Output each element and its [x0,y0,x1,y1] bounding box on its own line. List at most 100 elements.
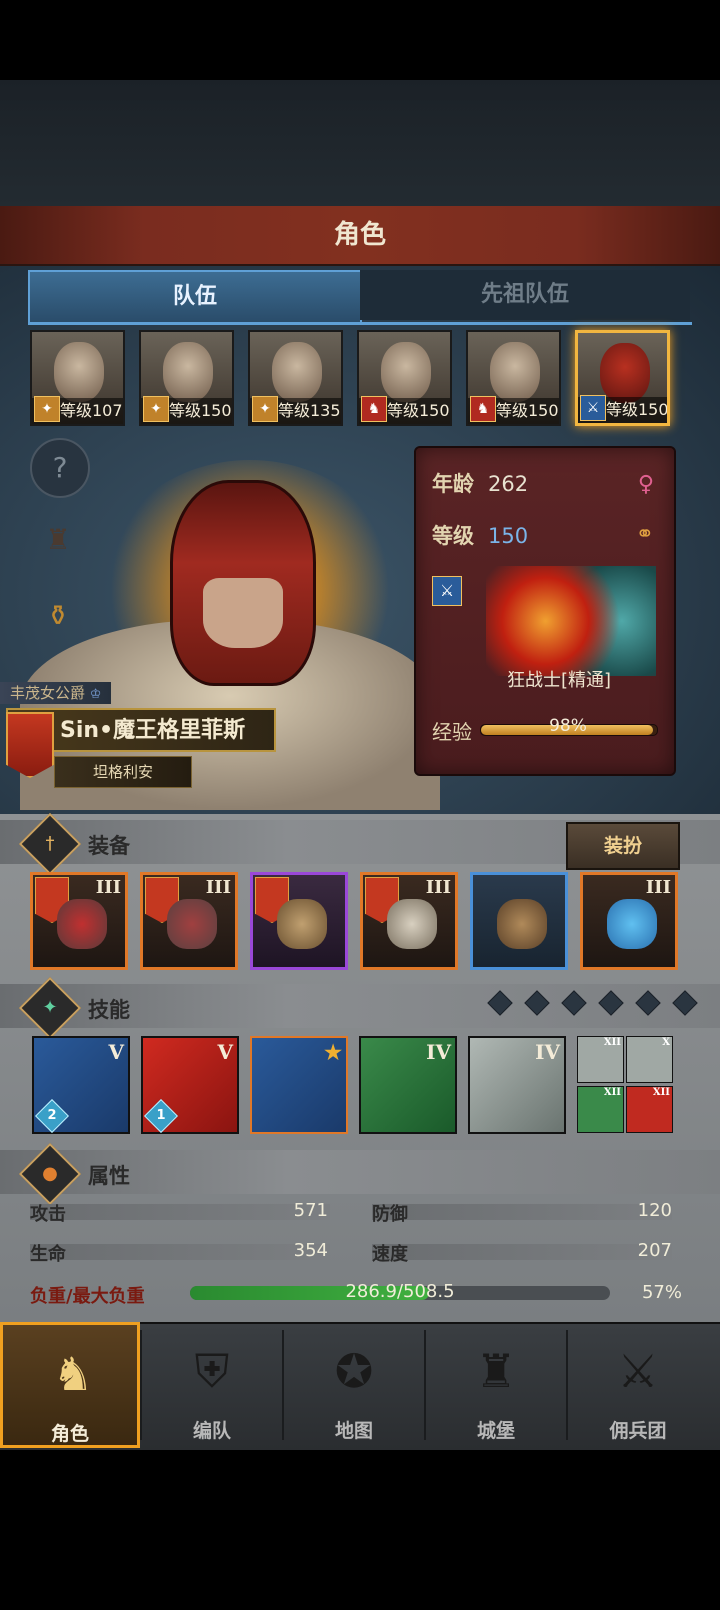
speed-label: 速度 [372,1244,408,1265]
tier-label: V [108,1040,124,1064]
equipment-slot[interactable]: III [140,872,238,970]
tier-label: III [95,877,121,898]
skill-slot[interactable]: V 2 [32,1036,130,1134]
tier-label: X [662,1037,670,1048]
compass-icon: ✪ [334,1344,374,1398]
nav-character[interactable]: ♞ 角色 [0,1322,140,1448]
member-level: 等级107 [60,401,123,420]
staff-icon: ✦ [143,396,169,422]
tier-label: IV [426,1040,451,1064]
amulet-icon [607,899,657,949]
member-level: 等级150 [496,401,559,420]
defense-value: 120 [637,1200,672,1221]
staff-icon: ✦ [252,396,278,422]
tab-ancestor-team[interactable]: 先祖队伍 [360,270,690,320]
member-level: 等级150 [387,401,450,420]
level-value: 150 [488,524,529,548]
equipment-title: 装备 [88,834,130,858]
equipment-slot[interactable]: III [360,872,458,970]
tier-label: III [205,877,231,898]
ring-icon[interactable]: ⚭ [636,522,654,547]
house-banner-icon [6,712,54,778]
page-title: 角色 [0,206,720,266]
crown-icon: ♔ [89,687,102,702]
diamond-icon [635,990,661,1016]
exp-label: 经验 [432,720,472,744]
hp-value: 354 [293,1240,328,1261]
tier-label: XII [652,1087,670,1098]
dress-up-button[interactable]: 装扮 [566,822,680,870]
armor-icon [387,899,437,949]
star-icon: ★ [324,1040,342,1064]
team-member[interactable]: ✦ 等级150 [139,330,234,426]
equipment-slot[interactable]: III [30,872,128,970]
skill-slot[interactable]: IV [468,1036,566,1134]
portrait [163,342,213,402]
knight-icon: ♞ [52,1347,94,1401]
tier-label: IV [535,1040,560,1064]
equipment-slot[interactable] [250,872,348,970]
team-tabs: 队伍 先祖队伍 [0,270,720,324]
skill-count-badge: 2 [35,1099,69,1133]
helmet-icon: ⛨ [194,1344,230,1398]
speed-value: 207 [637,1240,672,1261]
level-label: 等级 [432,524,474,548]
mini-skill-slot[interactable]: XII [626,1086,673,1133]
nav-formation[interactable]: ⛨ 编队 [142,1322,282,1448]
hero-title: 丰茂女公爵 ♔ [0,682,112,704]
mercenary-icon: ⚔ [617,1344,659,1398]
team-member-selected[interactable]: ⚔ 等级150 [575,330,670,426]
tier-label: III [425,877,451,898]
diamond-icon [672,990,698,1016]
team-member[interactable]: ♞ 等级150 [357,330,452,426]
mini-skill-slot[interactable]: X [626,1036,673,1083]
mini-skill-slot[interactable]: XII [577,1036,624,1083]
helmet [170,480,316,686]
class-name: 狂战士[精通] [506,670,612,691]
portrait [272,342,322,402]
top-dark-band [0,80,720,206]
tier-label: V [217,1040,233,1064]
member-level: 等级150 [169,401,232,420]
team-member[interactable]: ✦ 等级135 [248,330,343,426]
castle-icon: ♜ [475,1344,517,1398]
weapon-icon [167,899,217,949]
mini-skill-slot[interactable]: XII [577,1086,624,1133]
tier-label: XII [603,1087,621,1098]
tab-team[interactable]: 队伍 [28,270,362,322]
boots-icon [497,899,547,949]
age-value: 262 [488,472,529,496]
equipment-slot[interactable] [470,872,568,970]
load-value: 286.9/508.5 [345,1281,455,1302]
female-icon: ♀ [637,472,654,497]
equipment-slot[interactable]: III [580,872,678,970]
attributes-header: ● 属性 [0,1142,720,1206]
portrait [54,342,104,402]
nav-map[interactable]: ✪ 地图 [284,1322,424,1448]
skill-slot[interactable]: IV [359,1036,457,1134]
weapon-icon [57,899,107,949]
sword-class-icon: ⚔ [432,576,462,606]
hero-name: Sin•魔王格里菲斯 [60,718,246,743]
skill-slot[interactable]: ★ [250,1036,348,1134]
skills-title: 技能 [88,998,130,1022]
hero-info-card: 年龄 262 ♀ 等级 150 ⚭ ⚔ 狂战士[精通] 经验 98% [414,446,676,776]
team-member[interactable]: ♞ 等级150 [466,330,561,426]
member-level: 等级150 [606,400,669,419]
attack-label: 攻击 [30,1204,66,1225]
helmet-icon [277,899,327,949]
skill-slot[interactable]: V 1 [141,1036,239,1134]
portrait [490,342,540,402]
nav-castle[interactable]: ♜ 城堡 [426,1322,566,1448]
skill-slot-indicators [477,990,698,1016]
team-roster: ✦ 等级107 ✦ 等级150 ✦ 等级135 ♞ 等级150 ♞ 等级150 … [30,330,700,426]
attributes-title: 属性 [88,1164,130,1188]
class-art [486,566,656,676]
staff-icon: ✦ [34,396,60,422]
diamond-icon [523,990,550,1016]
team-member[interactable]: ✦ 等级107 [30,330,125,426]
beast-icon: ♞ [470,396,496,422]
age-label: 年龄 [432,472,474,496]
nav-mercenaries[interactable]: ⚔ 佣兵团 [568,1322,708,1448]
load-percent: 57% [641,1282,682,1303]
